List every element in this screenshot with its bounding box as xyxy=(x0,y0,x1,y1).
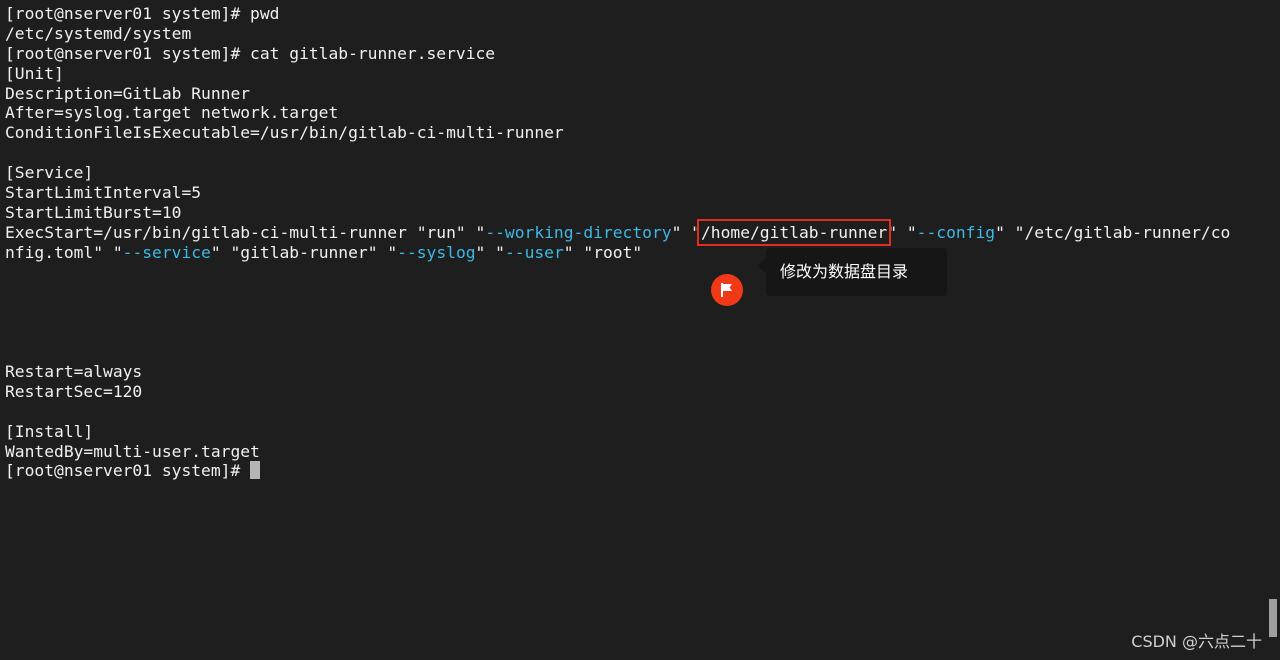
terminal-line: [root@nserver01 system]# cat gitlab-runn… xyxy=(5,43,496,63)
terminal-line: ConditionFileIsExecutable=/usr/bin/gitla… xyxy=(5,123,564,143)
terminal-line: WantedBy=multi-user.target xyxy=(5,441,260,461)
terminal-line: Restart=always xyxy=(5,362,143,382)
execstart-part: " " xyxy=(671,222,701,242)
text-cursor xyxy=(250,461,261,480)
flag-icon[interactable] xyxy=(711,274,743,306)
highlighted-path: /home/gitlab-runner xyxy=(696,218,892,246)
annotation-tooltip: 修改为数据盘目录 xyxy=(758,248,947,296)
terminal-output-top: [root@nserver01 system]# pwd/etc/systemd… xyxy=(5,4,1264,223)
flag-glyph xyxy=(721,283,732,297)
terminal-line: [Install] xyxy=(5,421,94,441)
execstart-part: nfig.toml" " xyxy=(5,242,123,262)
execstart-part: " "gitlab-runner" " xyxy=(210,242,398,262)
option-working-directory: --working-directory xyxy=(485,222,672,242)
execstart-line: ExecStart=/usr/bin/gitlab-ci-multi-runne… xyxy=(5,218,1264,246)
terminal-line: RestartSec=120 xyxy=(5,381,143,401)
execstart-part: " " xyxy=(887,222,917,242)
terminal-line: [Unit] xyxy=(5,63,64,83)
execstart-line-wrap: nfig.toml" "--service" "gitlab-runner" "… xyxy=(5,243,1264,263)
terminal-output-bottom: Restart=always RestartSec=120 [Install] Wan… xyxy=(5,263,1264,462)
terminal-line: [Service] xyxy=(5,163,94,183)
execstart-part: " " xyxy=(475,242,505,262)
terminal-line: StartLimitBurst=10 xyxy=(5,202,182,222)
option-config: --config xyxy=(916,222,996,242)
option-service: --service xyxy=(122,242,211,262)
terminal-line: /etc/systemd/system xyxy=(5,23,192,43)
tooltip-arrow xyxy=(758,258,766,274)
execstart-part: " "root" xyxy=(563,242,643,262)
scrollbar-thumb[interactable] xyxy=(1269,599,1277,637)
terminal-line: StartLimitInterval=5 xyxy=(5,183,202,203)
tooltip-text: 修改为数据盘目录 xyxy=(780,262,909,281)
terminal-line: After=syslog.target network.target xyxy=(5,103,339,123)
watermark: CSDN @六点二十 xyxy=(1131,632,1262,651)
terminal-line: [root@nserver01 system]# pwd xyxy=(5,4,280,23)
execstart-part: ExecStart=/usr/bin/gitlab-ci-multi-runne… xyxy=(5,222,486,242)
option-syslog: --syslog xyxy=(397,242,476,262)
prompt-line[interactable]: [root@nserver01 system]# xyxy=(5,461,1264,481)
execstart-part: " "/etc/gitlab-runner/co xyxy=(995,222,1231,242)
shell-prompt: [root@nserver01 system]# xyxy=(5,461,251,481)
terminal-line: Description=GitLab Runner xyxy=(5,83,251,103)
option-user: --user xyxy=(504,242,564,262)
vertical-scrollbar[interactable] xyxy=(1264,0,1280,660)
terminal-window[interactable]: [root@nserver01 system]# pwd/etc/systemd… xyxy=(0,0,1264,660)
